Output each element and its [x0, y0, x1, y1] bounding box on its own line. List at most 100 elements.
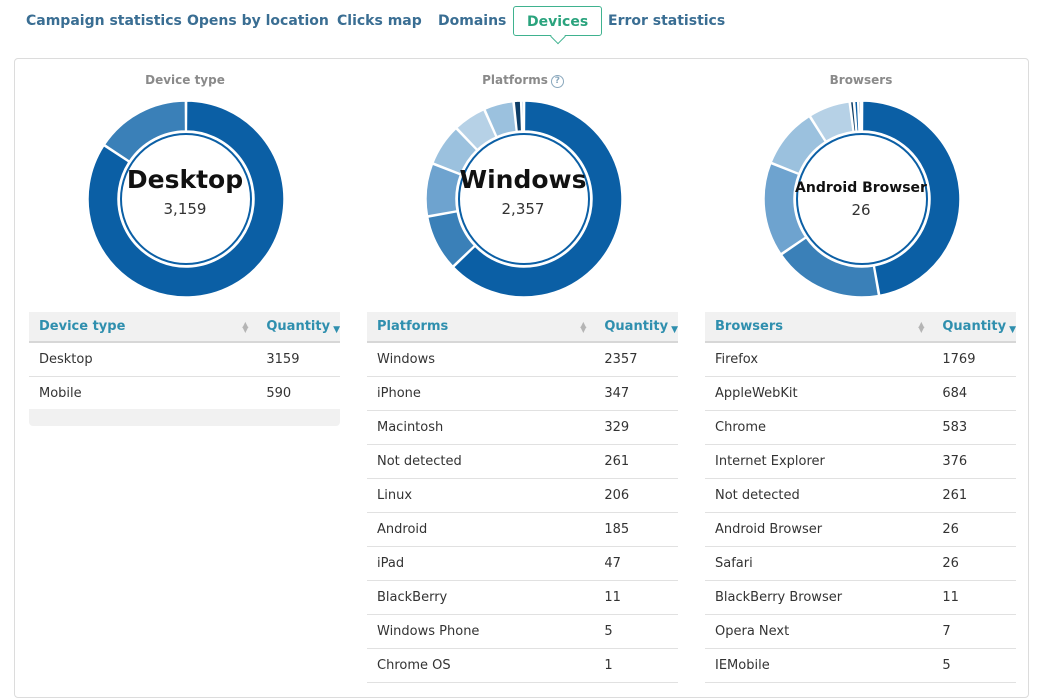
tab-domains[interactable]: Domains — [438, 6, 506, 36]
donut-slice[interactable] — [861, 101, 862, 131]
sort-both-icon: ▲▼ — [242, 322, 248, 332]
device-type-col-label: Device type — [39, 319, 125, 334]
donut-inner-ring — [459, 134, 589, 264]
sort-both-icon: ▲▼ — [918, 322, 924, 332]
device-type-chart-title: Device type — [29, 73, 341, 87]
row-quantity: 1 — [594, 649, 678, 683]
tab-clicks-map[interactable]: Clicks map — [337, 6, 422, 36]
table-row: Not detected261 — [705, 479, 1016, 513]
browsers-donut-chart — [762, 99, 962, 299]
row-quantity: 329 — [594, 411, 678, 445]
browsers-center-value: 26 — [791, 201, 931, 219]
row-name: Safari — [705, 547, 932, 581]
table-row: Windows2357 — [367, 342, 678, 377]
browsers-col-header[interactable]: Browsers ▲▼ — [705, 312, 932, 342]
platforms-center-label: Windows — [453, 165, 593, 194]
table-row: BlackBerry11 — [367, 581, 678, 615]
donut-inner-ring — [121, 134, 251, 264]
row-name: Desktop — [29, 342, 256, 377]
row-name: iPad — [367, 547, 594, 581]
row-name: Linux — [367, 479, 594, 513]
row-name: Chrome OS — [367, 649, 594, 683]
table-row: iPhone347 — [367, 377, 678, 411]
table-row: Desktop3159 — [29, 342, 340, 377]
table-row: Android185 — [367, 513, 678, 547]
row-name: Android — [367, 513, 594, 547]
row-quantity: 5 — [932, 649, 1016, 683]
platforms-chart-title: Platforms? — [367, 73, 679, 88]
browsers-center-label: Android Browser — [791, 180, 931, 196]
sort-desc-icon: ▼ — [333, 325, 340, 335]
sort-desc-icon: ▼ — [1009, 325, 1016, 335]
table-row: Macintosh329 — [367, 411, 678, 445]
browsers-col-label: Browsers — [715, 319, 783, 334]
device-qty-col-label: Quantity — [266, 319, 330, 334]
donut-slice[interactable] — [104, 101, 185, 161]
platforms-donut-chart — [424, 99, 624, 299]
platforms-col-header[interactable]: Platforms ▲▼ — [367, 312, 594, 342]
platforms-col-label: Platforms — [377, 319, 448, 334]
table-row: Chrome583 — [705, 411, 1016, 445]
table-row: Mobile590 — [29, 377, 340, 411]
device-type-table: Device type ▲▼ Quantity▼ Desktop3159Mobi… — [29, 312, 340, 411]
row-quantity: 26 — [932, 547, 1016, 581]
platforms-table: Platforms ▲▼ Quantity▼ Windows2357iPhone… — [367, 312, 678, 683]
device-type-center-label: Desktop — [115, 165, 255, 194]
row-name: Opera Next — [705, 615, 932, 649]
table-row: Opera Next7 — [705, 615, 1016, 649]
row-quantity: 26 — [932, 513, 1016, 547]
browsers-qty-col-header[interactable]: Quantity▼ — [932, 312, 1016, 342]
device-qty-col-header[interactable]: Quantity▼ — [256, 312, 340, 342]
row-name: AppleWebKit — [705, 377, 932, 411]
tab-devices[interactable]: Devices — [513, 6, 602, 36]
row-name: Macintosh — [367, 411, 594, 445]
row-name: Mobile — [29, 377, 256, 411]
browsers-table: Browsers ▲▼ Quantity▼ Firefox1769AppleWe… — [705, 312, 1016, 683]
row-name: iPhone — [367, 377, 594, 411]
table-row: IEMobile5 — [705, 649, 1016, 683]
table-row: Linux206 — [367, 479, 678, 513]
row-quantity: 11 — [594, 581, 678, 615]
active-tab-pointer — [550, 29, 566, 45]
donut-slice[interactable] — [781, 238, 878, 297]
row-name: Not detected — [705, 479, 932, 513]
row-name: Firefox — [705, 342, 932, 377]
row-name: BlackBerry Browser — [705, 581, 932, 615]
device-type-donut-chart — [86, 99, 286, 299]
row-quantity: 590 — [256, 377, 340, 411]
row-name: Chrome — [705, 411, 932, 445]
table-row: Firefox1769 — [705, 342, 1016, 377]
tab-campaign-statistics[interactable]: Campaign statistics — [26, 6, 182, 36]
row-name: BlackBerry — [367, 581, 594, 615]
row-quantity: 583 — [932, 411, 1016, 445]
device-table-footer — [29, 409, 340, 426]
donut-slice[interactable] — [862, 101, 960, 295]
row-quantity: 347 — [594, 377, 678, 411]
row-quantity: 376 — [932, 445, 1016, 479]
devices-panel: Device type Desktop 3,159 Device type ▲▼… — [14, 58, 1029, 698]
row-name: Android Browser — [705, 513, 932, 547]
row-quantity: 2357 — [594, 342, 678, 377]
tab-opens-by-location[interactable]: Opens by location — [187, 6, 329, 36]
row-quantity: 1769 — [932, 342, 1016, 377]
row-quantity: 11 — [932, 581, 1016, 615]
tab-error-statistics[interactable]: Error statistics — [608, 6, 725, 36]
platforms-qty-col-header[interactable]: Quantity▼ — [594, 312, 678, 342]
help-icon[interactable]: ? — [551, 75, 564, 88]
donut-inner-ring — [797, 134, 927, 264]
row-quantity: 7 — [932, 615, 1016, 649]
platforms-chart-title-text: Platforms — [482, 73, 548, 87]
device-type-col-header[interactable]: Device type ▲▼ — [29, 312, 256, 342]
table-row: Chrome OS1 — [367, 649, 678, 683]
sort-both-icon: ▲▼ — [580, 322, 586, 332]
browsers-qty-col-label: Quantity — [942, 319, 1006, 334]
sort-desc-icon: ▼ — [671, 325, 678, 335]
row-name: Windows — [367, 342, 594, 377]
row-quantity: 3159 — [256, 342, 340, 377]
row-quantity: 261 — [594, 445, 678, 479]
row-quantity: 206 — [594, 479, 678, 513]
row-name: Not detected — [367, 445, 594, 479]
table-row: BlackBerry Browser11 — [705, 581, 1016, 615]
row-quantity: 261 — [932, 479, 1016, 513]
row-name: Windows Phone — [367, 615, 594, 649]
